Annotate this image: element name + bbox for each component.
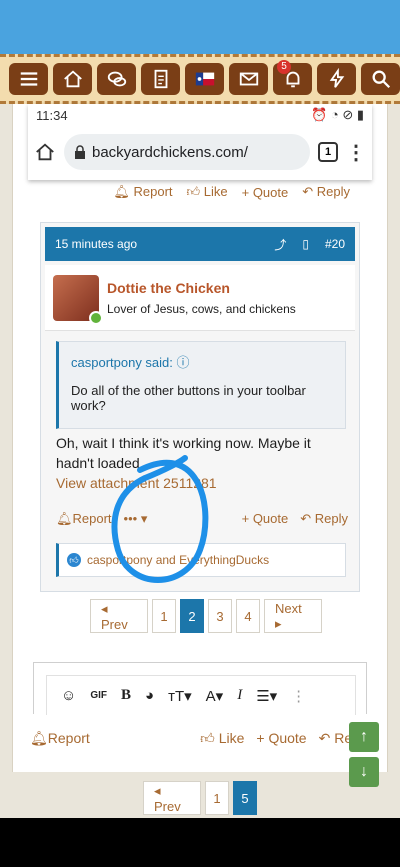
post-message: Oh, wait I think it's working now. Maybe… xyxy=(56,433,346,493)
clock: 11:34 xyxy=(36,107,68,123)
quote-block: casportpony said: ⓘ Do all of the other … xyxy=(56,341,346,429)
arrow-down-icon: ↓ xyxy=(360,763,368,780)
bottom-actions: 🔔︎Report 👍︎ Like + Quote ↶ Reply xyxy=(30,730,370,747)
bold-icon[interactable]: B xyxy=(121,687,131,704)
prev-page-button[interactable]: ◂ Prev xyxy=(90,599,148,633)
quote-text: Do all of the other buttons in your tool… xyxy=(71,383,306,413)
chat-button[interactable] xyxy=(97,63,136,95)
url-row: backyardchickens.com/ 1 ⋮ xyxy=(28,126,372,178)
url-text: backyardchickens.com/ xyxy=(92,143,248,161)
search-icon xyxy=(372,70,390,89)
phone-nav-bar xyxy=(0,818,400,867)
reply-editor: ☺ GIF B ◕ тT▾ A▾ I ☰▾ ⋮ xyxy=(33,662,367,715)
gif-icon[interactable]: GIF xyxy=(90,690,107,701)
emoji-icon[interactable]: ☺ xyxy=(61,687,76,704)
page-1[interactable]: 1 xyxy=(152,599,176,633)
document-icon xyxy=(154,69,167,89)
reactions-list[interactable]: casportpony and EverythingDucks xyxy=(87,553,269,567)
home-icon xyxy=(63,70,82,88)
home-button[interactable] xyxy=(53,63,92,95)
editor-toolbar: ☺ GIF B ◕ тT▾ A▾ I ☰▾ ⋮ xyxy=(46,675,356,715)
lock-icon xyxy=(75,145,85,159)
page-1[interactable]: 1 xyxy=(205,781,229,815)
status-icons: ⏰ ◔ ⊘ ▮ xyxy=(311,107,364,122)
post-number[interactable]: #20 xyxy=(325,237,345,251)
online-indicator xyxy=(89,310,103,325)
next-page-button[interactable]: Next ▸ xyxy=(264,599,322,633)
menu-button[interactable] xyxy=(9,63,48,95)
username[interactable]: Dottie the Chicken xyxy=(107,280,296,296)
texas-flag-icon xyxy=(195,72,214,86)
report-link[interactable]: 🔔︎ Report xyxy=(113,184,172,200)
like-link[interactable]: 👍︎ Like xyxy=(187,184,228,200)
site-navbar: 5 xyxy=(0,54,400,104)
attachment-link[interactable]: View attachment 2511281 xyxy=(56,473,346,493)
quote-link[interactable]: + Quote xyxy=(256,730,306,747)
report-link[interactable]: 🔔︎Report xyxy=(30,730,90,747)
prev-page-button[interactable]: ◂ Prev xyxy=(143,781,201,815)
tab-switcher-button[interactable]: 1 xyxy=(318,142,338,162)
more-tools-icon[interactable]: ⋮ xyxy=(291,687,306,705)
reply-link[interactable]: ↶ Reply xyxy=(302,184,350,200)
list-icon[interactable]: ☰▾ xyxy=(256,687,277,705)
browser-chrome: 11:34 ⏰ ◔ ⊘ ▮ backyardchickens.com/ 1 ⋮ xyxy=(28,104,372,180)
pagination-top: ◂ Prev 1 2 3 4 Next ▸ xyxy=(90,599,322,633)
phone-status-bar: 11:34 ⏰ ◔ ⊘ ▮ xyxy=(28,104,372,126)
avatar[interactable] xyxy=(53,274,103,325)
document-button[interactable] xyxy=(141,63,180,95)
reactions-bar[interactable]: 👍︎ casportpony and EverythingDucks xyxy=(56,543,346,577)
address-bar[interactable]: backyardchickens.com/ xyxy=(64,134,310,170)
whats-new-button[interactable] xyxy=(317,63,356,95)
page-2[interactable]: 2 xyxy=(180,599,204,633)
texas-flag-button[interactable] xyxy=(185,63,224,95)
scroll-up-button[interactable]: ↑ xyxy=(349,722,379,752)
font-size-icon[interactable]: тT▾ xyxy=(168,687,192,705)
report-link[interactable]: 🔔︎Report xyxy=(56,511,112,527)
more-menu-icon[interactable]: ⋮ xyxy=(346,140,366,165)
quote-link[interactable]: + Quote xyxy=(242,511,289,527)
bookmark-icon[interactable]: ▯ xyxy=(302,237,309,251)
post-20: 15 minutes ago ⤴ ▯ #20 Dottie the Chicke… xyxy=(40,222,360,592)
page-5[interactable]: 5 xyxy=(233,781,257,815)
page-3[interactable]: 3 xyxy=(208,599,232,633)
post-user-block: Dottie the Chicken Lover of Jesus, cows,… xyxy=(45,265,355,331)
alerts-badge: 5 xyxy=(277,60,291,74)
page-4[interactable]: 4 xyxy=(236,599,260,633)
chat-icon xyxy=(107,71,126,87)
menu-icon xyxy=(20,72,37,86)
palette-icon[interactable]: ◕ xyxy=(145,687,154,704)
scroll-down-button[interactable]: ↓ xyxy=(349,757,379,787)
share-icon[interactable]: ⤴ xyxy=(274,236,286,253)
post-actions: 🔔︎Report ••• ▾ + Quote ↶ Reply xyxy=(56,511,348,527)
like-link[interactable]: 👍︎ Like xyxy=(200,730,244,747)
search-button[interactable] xyxy=(361,63,400,95)
pagination-bottom: ◂ Prev 1 5 xyxy=(143,781,257,815)
user-title: Lover of Jesus, cows, and chickens xyxy=(107,301,296,316)
mail-button[interactable] xyxy=(229,63,268,95)
quote-link[interactable]: + Quote xyxy=(242,185,289,200)
message-text: Oh, wait I think it's working now. Maybe… xyxy=(56,435,311,471)
alerts-button[interactable]: 5 xyxy=(273,60,312,95)
lightning-icon xyxy=(329,68,344,88)
home-icon[interactable] xyxy=(34,141,56,163)
like-reaction-icon: 👍︎ xyxy=(67,553,81,567)
reply-link[interactable]: ↶ Reply xyxy=(300,511,348,527)
post-header: 15 minutes ago ⤴ ▯ #20 xyxy=(45,227,355,261)
phone-top-area xyxy=(0,0,400,54)
quote-author[interactable]: casportpony said: ⓘ xyxy=(71,352,333,371)
font-family-icon[interactable]: A▾ xyxy=(206,687,224,705)
more-actions-button[interactable]: ••• ▾ xyxy=(124,511,148,527)
arrow-up-icon: ↑ xyxy=(360,728,368,745)
italic-icon[interactable]: I xyxy=(237,687,242,704)
mail-icon xyxy=(239,72,258,86)
post-time[interactable]: 15 minutes ago xyxy=(55,237,137,251)
